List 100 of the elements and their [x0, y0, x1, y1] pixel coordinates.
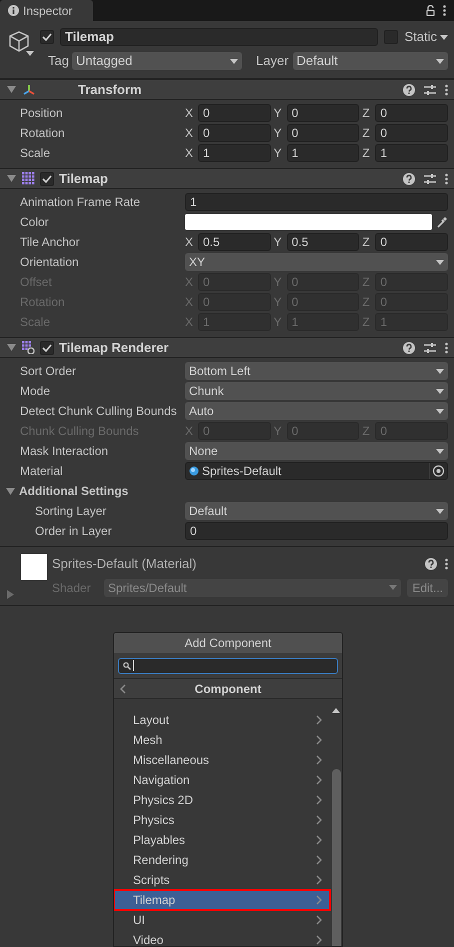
number-field[interactable]: 0 [198, 124, 271, 142]
dropdown[interactable]: XY [185, 253, 448, 271]
number-field[interactable]: 1 [375, 144, 448, 162]
number-field[interactable]: 0 [375, 233, 448, 251]
axis-label: Z [362, 145, 371, 162]
dropdown[interactable]: Chunk [185, 382, 448, 400]
layer-dropdown[interactable]: Default [292, 52, 448, 70]
axis-label: X [185, 105, 194, 122]
menu-item[interactable]: UI [114, 910, 330, 930]
property-label: Mode [20, 383, 52, 400]
check-icon [42, 344, 52, 352]
axis-label: Z [362, 105, 371, 122]
number-field[interactable]: 0 [375, 104, 448, 122]
menu-item[interactable]: Scripts [114, 870, 330, 890]
caret-icon [440, 34, 448, 40]
grid-icon [22, 172, 35, 185]
number-field[interactable]: 0 [286, 124, 360, 142]
number-field[interactable]: 0.5 [286, 233, 360, 251]
property-label: Sort Order [20, 363, 78, 380]
component-header[interactable]: Transform [0, 79, 454, 100]
section-title[interactable]: Additional Settings [19, 482, 128, 500]
checkbox[interactable] [40, 340, 54, 354]
property-label: Color [20, 214, 50, 231]
component-title: Transform [78, 80, 143, 99]
property-label: Tile Anchor [20, 234, 81, 251]
popup-header: Component [194, 680, 262, 698]
number-field[interactable]: 1 [286, 144, 360, 162]
menu-item[interactable]: Layout [114, 710, 330, 730]
axis-label: X [185, 125, 194, 142]
property-label: Scale [20, 145, 52, 162]
caret-icon [230, 58, 238, 64]
back-icon [120, 684, 126, 694]
cube-icon [8, 30, 36, 58]
text-cursor [133, 660, 134, 671]
axis-label: X [185, 145, 194, 162]
dropdown[interactable]: Default [185, 502, 448, 520]
menu-item[interactable]: Tilemap [114, 890, 330, 910]
caret-icon [436, 58, 444, 64]
menu-item[interactable]: Rendering [114, 850, 330, 870]
dropdown[interactable]: Auto [185, 402, 448, 420]
object-field[interactable]: Sprites-Default [185, 462, 448, 480]
static-dropdown[interactable]: Static [404, 27, 448, 47]
caret-icon [389, 585, 398, 590]
material-preview [21, 554, 47, 580]
caret-icon [436, 260, 444, 264]
caret-icon [436, 368, 444, 374]
property-label: Detect Chunk Culling Bounds [20, 403, 178, 420]
property-label: Mask Interaction [20, 443, 110, 460]
text-field[interactable]: 1 [185, 193, 448, 211]
axis-label: Y [274, 145, 283, 162]
property-label: Order in Layer [35, 523, 113, 540]
component-header[interactable]: Tilemap [0, 168, 454, 189]
popup-title: Add Component [114, 633, 342, 653]
component-header[interactable]: Tilemap Renderer [0, 337, 454, 358]
checkbox[interactable] [40, 30, 54, 44]
component-title: Tilemap Renderer [59, 338, 170, 357]
search-field[interactable] [118, 658, 338, 674]
menu-item[interactable]: Physics 2D [114, 790, 330, 810]
number-field[interactable]: 1 [198, 144, 271, 162]
checkbox[interactable] [40, 172, 54, 186]
name-field[interactable]: Tilemap [60, 28, 378, 46]
scrollbar-thumb[interactable] [332, 769, 340, 946]
caret-icon [436, 408, 444, 414]
search-icon [123, 662, 131, 670]
inspector-tab[interactable]: Inspector [0, 0, 93, 21]
menu-item[interactable]: Playables [114, 830, 330, 850]
caret-icon [436, 388, 444, 394]
number-field[interactable]: 0 [286, 104, 360, 122]
axes-icon [22, 83, 35, 96]
axis-label: X [185, 234, 194, 251]
more-icon [445, 558, 448, 570]
check-icon [42, 174, 52, 182]
eyedropper-icon [436, 216, 448, 228]
property-label: Material [20, 463, 64, 480]
more-icon [443, 5, 446, 16]
menu-item[interactable]: Physics [114, 810, 330, 830]
dropdown[interactable]: Bottom Left [185, 362, 448, 380]
sliders-icon [424, 172, 436, 184]
menu-item[interactable]: Miscellaneous [114, 750, 330, 770]
scroll-up-icon [332, 708, 340, 713]
check-icon [42, 33, 52, 41]
axis-label: Y [274, 234, 283, 251]
color-swatch[interactable] [185, 214, 432, 230]
number-field[interactable]: 0 [198, 104, 271, 122]
material-title: Sprites-Default (Material) [52, 555, 198, 573]
number-field[interactable]: 0 [375, 124, 448, 142]
target-icon [429, 463, 447, 479]
tag-label: Tag [47, 52, 70, 70]
axis-label: Y [274, 125, 283, 142]
axis-label: Y [274, 105, 283, 122]
dropdown[interactable]: None [185, 442, 448, 460]
tag-dropdown[interactable]: Untagged [72, 52, 242, 70]
caret-icon [436, 448, 444, 454]
axis-label: Z [362, 125, 371, 142]
menu-item[interactable]: Mesh [114, 730, 330, 750]
text-field[interactable]: 0 [185, 522, 448, 540]
menu-item[interactable]: Video [114, 930, 330, 946]
number-field[interactable]: 0.5 [198, 233, 271, 251]
axis-label: Z [362, 234, 371, 251]
menu-item[interactable]: Navigation [114, 770, 330, 790]
